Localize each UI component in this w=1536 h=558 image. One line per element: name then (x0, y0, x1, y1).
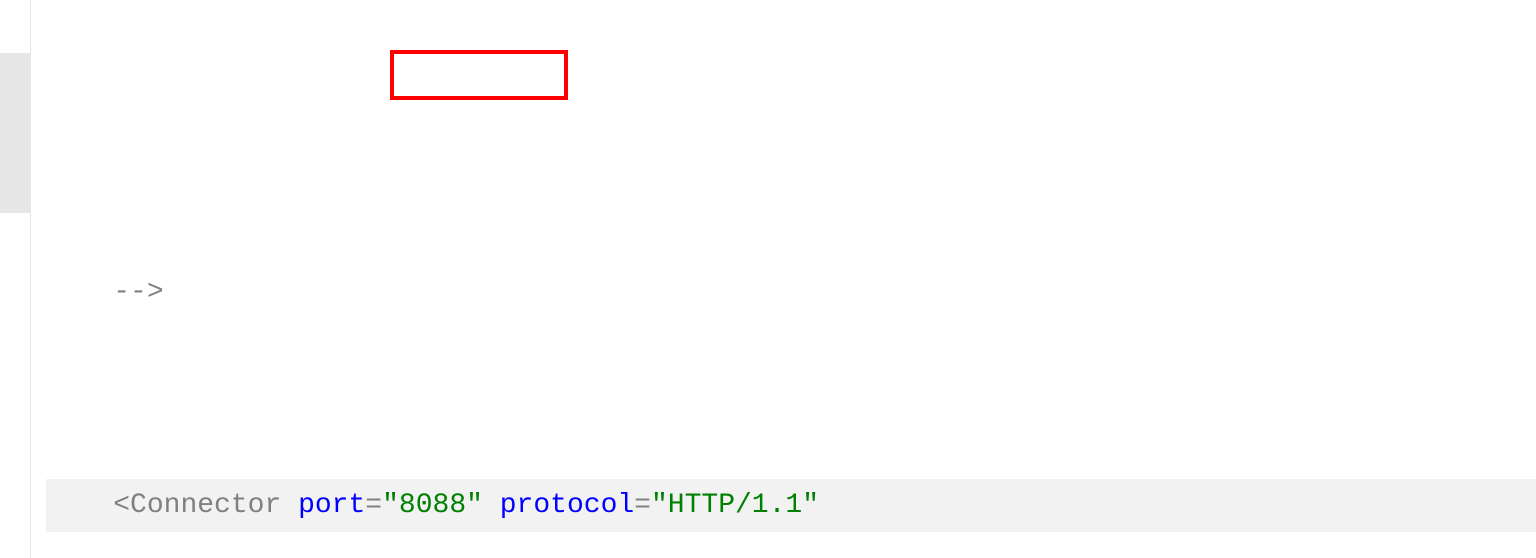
gutter-cell (0, 426, 30, 479)
gutter-cell (0, 532, 30, 558)
space (483, 490, 500, 521)
gutter-cell (0, 0, 30, 53)
gutter-cell-changed (0, 160, 30, 213)
gutter-cell (0, 372, 30, 425)
annotation-red-box (390, 50, 568, 100)
xml-tag: Connector (130, 490, 281, 521)
gutter-cell (0, 319, 30, 372)
gutter-cell (0, 479, 30, 532)
punct: = (634, 490, 651, 521)
space (281, 490, 298, 521)
gutter-cell-changed (0, 53, 30, 106)
gutter-cell (0, 266, 30, 319)
punct: = (365, 490, 382, 521)
xml-attr: port (298, 490, 365, 521)
punct: < (113, 490, 130, 521)
code-area[interactable]: --> <Connector port="8088" protocol="HTT… (31, 0, 1536, 558)
xml-attr: protocol (500, 490, 634, 521)
xml-value: "8088" (382, 490, 483, 521)
gutter-cell (0, 213, 30, 266)
gutter-cell-changed (0, 106, 30, 159)
xml-value: "HTTP/1.1" (651, 490, 819, 521)
code-line[interactable]: --> (46, 266, 1536, 319)
code-editor[interactable]: --> <Connector port="8088" protocol="HTT… (0, 0, 1536, 558)
code-line[interactable]: <Connector port="8088" protocol="HTTP/1.… (46, 479, 1536, 532)
editor-gutter (0, 0, 31, 558)
gutter-cells (0, 0, 30, 558)
comment-text: --> (113, 277, 163, 308)
